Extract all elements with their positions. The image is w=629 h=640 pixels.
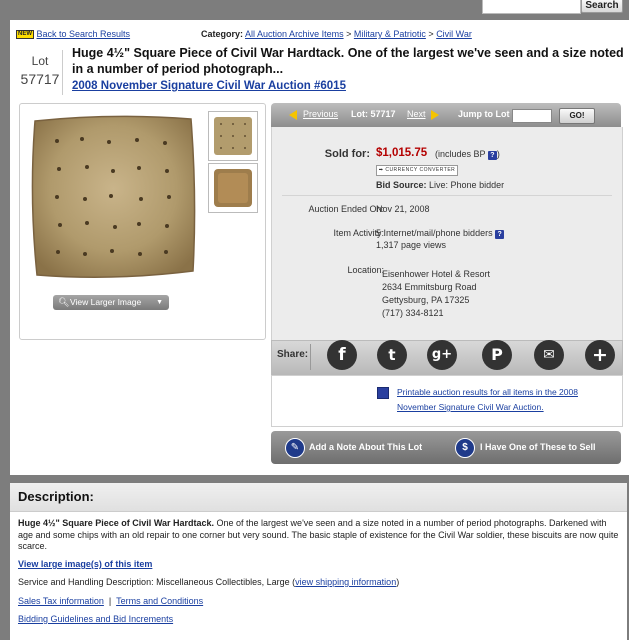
lot-label: Lot — [31, 54, 49, 68]
breadcrumb-separator: > — [346, 29, 352, 39]
location-line: (717) 334-8121 — [382, 308, 444, 318]
lot-navigation-bar: Previous Lot: 57717 Next Jump to Lot GO! — [271, 103, 621, 127]
description-header — [10, 483, 627, 512]
sold-for-label: Sold for: — [324, 148, 370, 160]
jump-to-lot-label: Jump to Lot — [458, 109, 510, 119]
sold-price: $1,015.75 — [376, 147, 428, 159]
description-heading: Description: — [18, 489, 94, 504]
current-lot-label: Lot: 57717 — [351, 109, 396, 119]
sales-tax-link[interactable]: Sales Tax information — [18, 596, 104, 606]
google-plus-icon[interactable]: g+ — [427, 340, 457, 370]
previous-lot-link[interactable]: Previous — [303, 109, 338, 119]
new-badge: NEW — [16, 30, 34, 40]
lot-action-bar: ✎ Add a Note About This Lot $ I Have One… — [271, 431, 621, 464]
lot-number: 57717 — [20, 71, 60, 87]
facebook-icon[interactable]: f — [327, 340, 357, 370]
document-icon — [377, 387, 389, 399]
bidding-guidelines-link[interactable]: Bidding Guidelines and Bid Increments — [18, 614, 173, 624]
previous-arrow-icon[interactable] — [289, 110, 297, 120]
help-icon[interactable]: ? — [495, 230, 505, 239]
back-to-search-link[interactable]: Back to Search Results — [37, 29, 131, 39]
printable-results-link[interactable]: Printable auction results for all items … — [397, 385, 617, 415]
category-breadcrumb: Category: All Auction Archive Items > Mi… — [201, 29, 472, 39]
description-bold-title: Huge 4½" Square Piece of Civil War Hardt… — [18, 518, 215, 528]
chevron-down-icon: ▼ — [156, 299, 163, 306]
tax-terms-row: Sales Tax information | Terms and Condit… — [18, 596, 203, 606]
breadcrumb-all-archive[interactable]: All Auction Archive Items — [245, 29, 344, 39]
pencil-icon[interactable]: ✎ — [285, 438, 305, 458]
view-larger-image-button[interactable]: 🔍︎ View Larger Image ▼ — [53, 295, 169, 310]
next-lot-link[interactable]: Next — [407, 109, 426, 119]
pinterest-icon[interactable]: P — [482, 340, 512, 370]
handling-description: Service and Handling Description: Miscel… — [18, 577, 400, 587]
jump-to-lot-input[interactable] — [512, 109, 552, 123]
view-larger-label: View Larger Image — [70, 297, 142, 307]
hardtack-main-image[interactable] — [27, 111, 199, 283]
view-large-images-link[interactable]: View large image(s) of this item — [18, 559, 152, 569]
bid-source-label: Bid Source: — [376, 180, 427, 190]
bp-note: (includes BP ?) — [435, 149, 500, 160]
lot-title: Huge 4½" Square Piece of Civil War Hardt… — [72, 46, 624, 76]
location-line: Eisenhower Hotel & Resort — [382, 269, 491, 279]
auction-ended-value: Nov 21, 2008 — [376, 204, 430, 214]
help-icon[interactable]: ? — [487, 151, 497, 160]
back-to-search-row: NEW Back to Search Results — [16, 29, 130, 41]
magnifier-icon: 🔍︎ — [58, 297, 70, 307]
auction-ended-label: Auction Ended On: — [308, 204, 384, 214]
details-divider — [282, 195, 612, 196]
share-divider — [310, 344, 311, 370]
hardtack-thumbnail-front[interactable] — [208, 111, 258, 161]
terms-link[interactable]: Terms and Conditions — [116, 596, 203, 606]
description-text: Huge 4½" Square Piece of Civil War Hardt… — [18, 518, 622, 553]
email-icon[interactable]: ✉ — [534, 340, 564, 370]
sell-one-button[interactable]: I Have One of These to Sell — [480, 442, 596, 452]
item-activity-label: Item Activity: — [333, 228, 384, 238]
go-button[interactable]: GO! — [559, 108, 595, 124]
bid-source: Bid Source: Live: Phone bidder — [376, 180, 504, 190]
search-input[interactable] — [482, 0, 581, 14]
category-label: Category: — [201, 29, 244, 39]
location-label: Location: — [347, 265, 384, 275]
add-note-button[interactable]: Add a Note About This Lot — [309, 442, 422, 452]
location-line: 2634 Emmitsburg Road — [382, 282, 477, 292]
auction-link[interactable]: 2008 November Signature Civil War Auctio… — [72, 80, 346, 92]
next-arrow-icon[interactable] — [431, 110, 439, 120]
share-label: Share: — [277, 349, 309, 360]
bid-source-value: Live: Phone bidder — [429, 180, 505, 190]
twitter-icon[interactable]: t — [377, 340, 407, 370]
lot-number-box: Lot 57717 — [18, 50, 63, 95]
breadcrumb-civil-war[interactable]: Civil War — [436, 29, 472, 39]
dollar-icon[interactable]: $ — [455, 438, 475, 458]
shipping-info-link[interactable]: view shipping information — [295, 577, 396, 587]
item-activity-views: 1,317 page views — [376, 240, 447, 250]
breadcrumb-military[interactable]: Military & Patriotic — [354, 29, 426, 39]
location-line: Gettysburg, PA 17325 — [382, 295, 470, 305]
search-button[interactable]: Search — [581, 0, 623, 13]
hardtack-thumbnail-back[interactable] — [208, 163, 258, 213]
link-separator: | — [108, 596, 112, 606]
breadcrumb-separator: > — [428, 29, 434, 39]
currency-converter-button[interactable]: ➡ CURRENCY CONVERTER — [376, 165, 458, 176]
more-share-icon[interactable]: + — [585, 340, 615, 370]
